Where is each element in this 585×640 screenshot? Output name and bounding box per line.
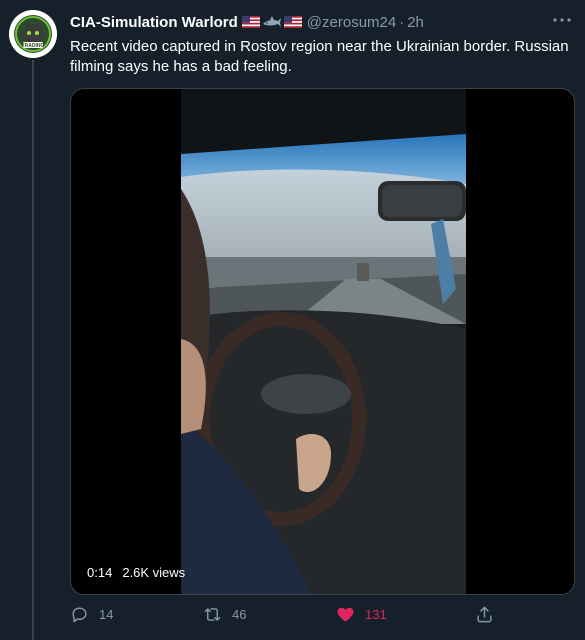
avatar[interactable]: TRADING: [9, 10, 57, 58]
display-name[interactable]: CIA-Simulation Warlord: [70, 14, 238, 31]
us-flag-icon: [241, 16, 260, 28]
name-emojis: [241, 15, 302, 29]
share-icon: [477, 606, 492, 623]
thread-line: [32, 60, 34, 640]
timestamp[interactable]: 2h: [407, 14, 424, 31]
tweet-text: Recent video captured in Rostov region n…: [70, 38, 569, 75]
video-frame: [181, 89, 466, 594]
heart-filled-icon: [337, 607, 354, 622]
retweet-count: 46: [232, 607, 247, 622]
separator-dot: ·: [399, 13, 405, 31]
tweet-header: CIA-Simulation Warlord @zerosum24 · 2h: [70, 12, 565, 32]
reply-button[interactable]: 14: [70, 605, 113, 624]
reply-count: 14: [99, 607, 114, 622]
video-duration: 0:14: [87, 565, 113, 580]
user-handle[interactable]: @zerosum24: [307, 14, 396, 31]
shark-icon: [262, 16, 281, 27]
video-views: 2.6K views: [122, 565, 186, 580]
reply-icon: [72, 607, 87, 623]
share-button[interactable]: [475, 605, 494, 624]
video-player[interactable]: 0:14 2.6K views: [70, 88, 575, 595]
retweet-icon: [204, 608, 221, 621]
avatar-image: TRADING: [9, 10, 57, 58]
us-flag-icon: [283, 16, 302, 28]
avatar-label: TRADING: [22, 43, 45, 49]
more-icon: [553, 18, 571, 22]
more-options-button[interactable]: [549, 10, 575, 30]
action-bar: 14 46 131: [70, 605, 573, 627]
video-meta: 0:14 2.6K views: [87, 565, 185, 580]
like-count: 131: [365, 607, 387, 622]
video-thumbnail: [181, 89, 466, 594]
like-button[interactable]: 131: [336, 605, 387, 624]
retweet-button[interactable]: 46: [203, 605, 246, 624]
